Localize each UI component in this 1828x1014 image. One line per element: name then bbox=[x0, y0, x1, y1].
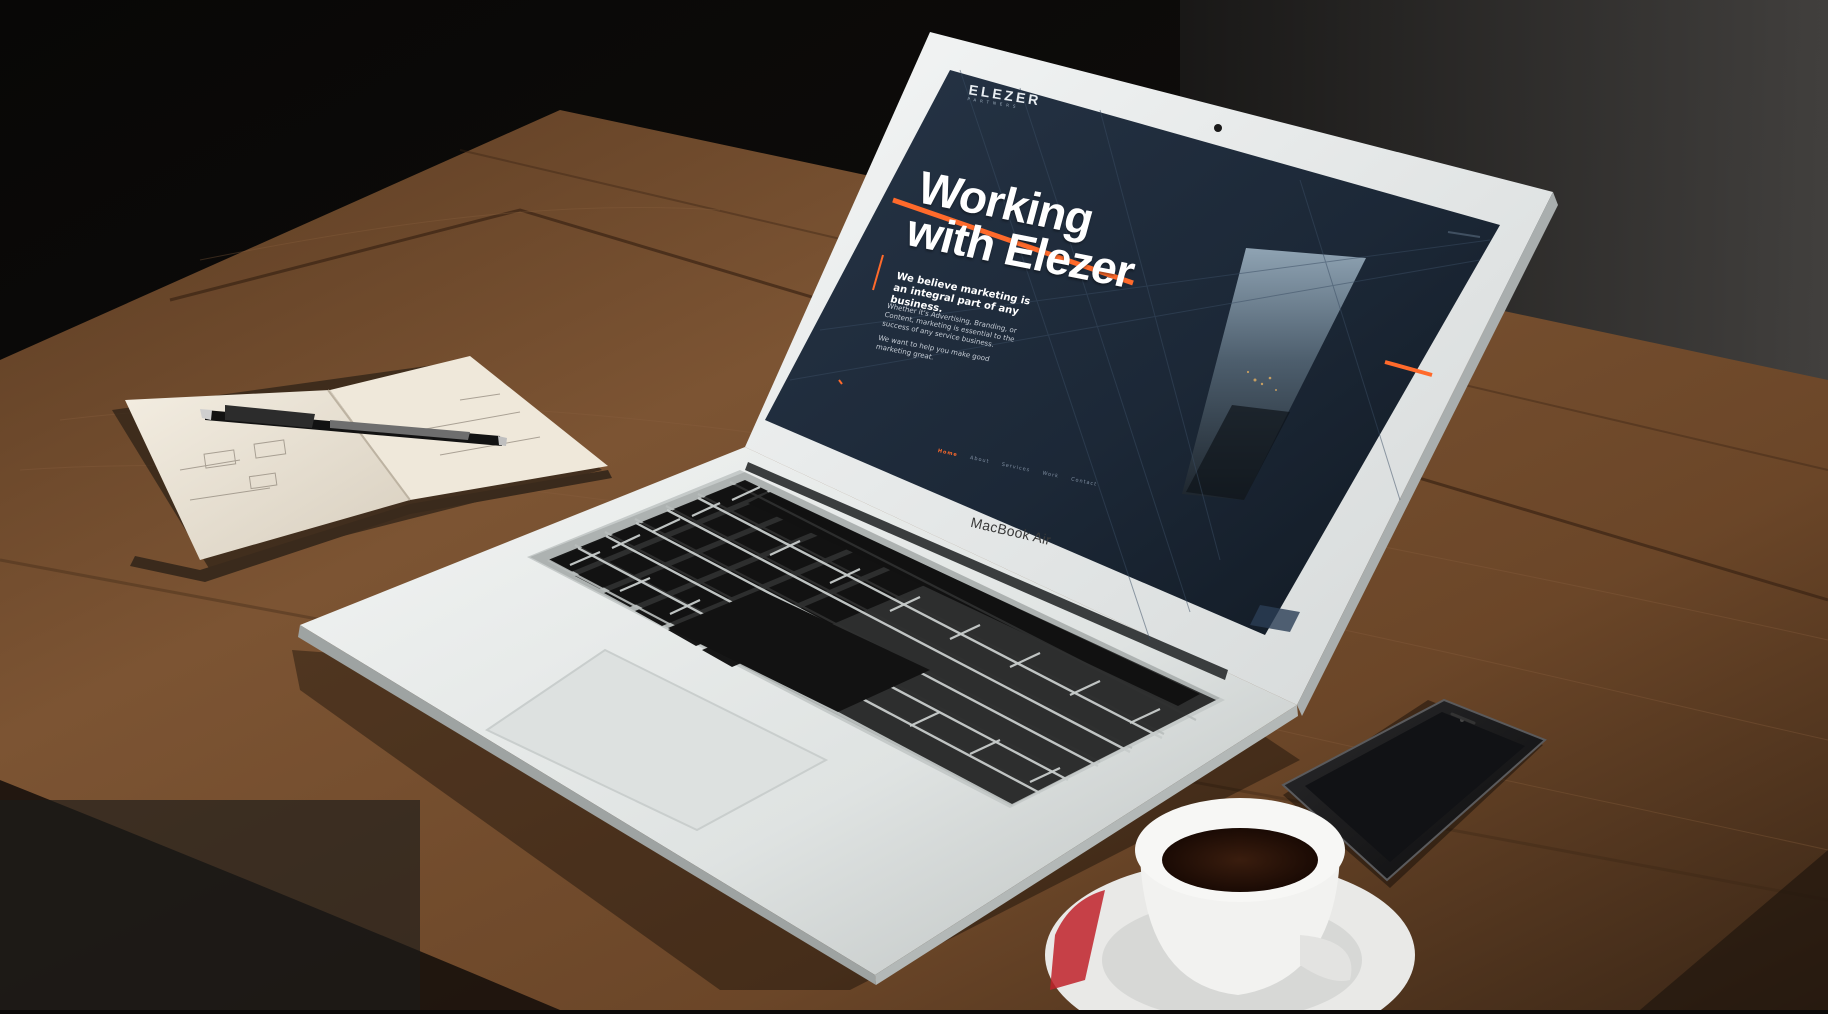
scene-svg bbox=[0, 0, 1828, 1014]
photo-scene: ELEZER PARTNERS Working with Elezer We b… bbox=[0, 0, 1828, 1014]
